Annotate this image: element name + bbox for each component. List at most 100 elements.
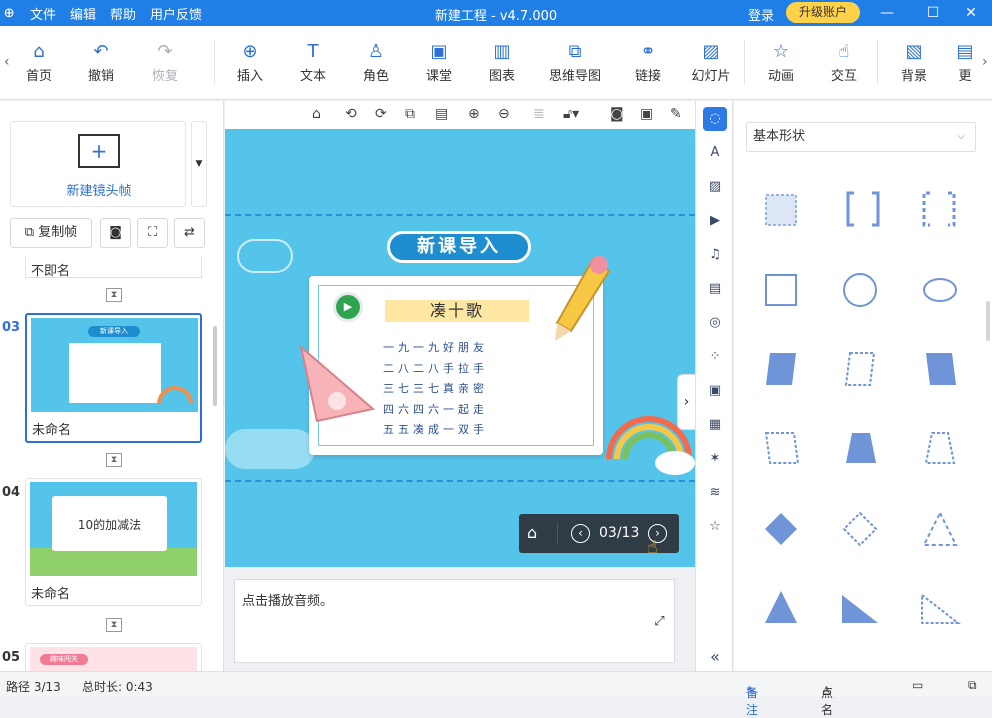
notes-text[interactable]: 点击播放音频。 bbox=[242, 590, 333, 609]
shape-square[interactable] bbox=[765, 274, 797, 306]
toolbar-animation-button[interactable]: ☆ 动画 bbox=[753, 41, 809, 84]
toolbar-insert-button[interactable]: ⊕ 插入 bbox=[222, 41, 278, 84]
paste-icon[interactable]: ▤ bbox=[435, 106, 448, 122]
shape-diamond-dashed[interactable] bbox=[842, 511, 878, 547]
cloud-decoration bbox=[225, 429, 315, 469]
shape-trapezoid[interactable] bbox=[846, 433, 876, 463]
minimize-icon[interactable]: — bbox=[864, 0, 910, 26]
copy-icon[interactable]: ⧉ bbox=[405, 106, 415, 122]
partial-slide-card[interactable]: 不即名 bbox=[25, 256, 202, 278]
rotate-left-icon[interactable]: ⟲ bbox=[345, 106, 357, 122]
zoom-in-icon[interactable]: ⊕ bbox=[468, 106, 480, 122]
shapes-icon[interactable]: ◌ bbox=[703, 107, 727, 131]
slide-card[interactable]: 10的加减法 未命名 bbox=[25, 478, 202, 606]
notes-area[interactable]: 点击播放音频。 bbox=[234, 579, 674, 663]
transition-icon[interactable]: ⧗ bbox=[106, 288, 122, 302]
lesson-badge[interactable]: 新课导入 bbox=[387, 231, 531, 263]
music-icon[interactable]: ♫ bbox=[703, 243, 727, 267]
swap-button[interactable]: ⇄ bbox=[174, 218, 205, 248]
toolbar-text-button[interactable]: T 文本 bbox=[285, 41, 341, 84]
toolbar-redo-button[interactable]: ↷ 恢复 bbox=[137, 41, 193, 84]
new-frame-button[interactable]: + 新建镜头帧 bbox=[10, 121, 186, 207]
frame-fit-button[interactable]: ⛶ bbox=[137, 218, 168, 248]
toolbar-classroom-button[interactable]: ▣ 课堂 bbox=[411, 41, 467, 84]
shape-ellipse[interactable] bbox=[923, 278, 957, 302]
new-frame-dropdown[interactable]: ▼ bbox=[191, 121, 207, 207]
toolbar-more-button[interactable]: ▤ 更 bbox=[950, 41, 980, 84]
image-icon[interactable]: ▨ bbox=[703, 175, 727, 199]
shape-trapezoid-dashed[interactable] bbox=[764, 432, 800, 464]
shape-circle[interactable] bbox=[843, 273, 877, 307]
screen-icon[interactable]: ▭ bbox=[912, 678, 923, 692]
layers-icon[interactable]: ≋ bbox=[703, 481, 727, 505]
menu-edit[interactable]: 编辑 bbox=[70, 4, 96, 23]
camera-icon[interactable]: ◙ bbox=[610, 106, 624, 122]
toolbar-scroll-right-icon[interactable]: › bbox=[982, 54, 988, 70]
transition-icon[interactable]: ⧗ bbox=[106, 618, 122, 632]
shape-rect-dashed[interactable] bbox=[765, 194, 797, 226]
lock-icon[interactable]: 🔓︎▾ bbox=[563, 106, 579, 122]
toolbar-link-button[interactable]: ⚭ 链接 bbox=[620, 41, 676, 84]
menu-feedback[interactable]: 用户反馈 bbox=[150, 4, 202, 23]
video-icon[interactable]: ▶ bbox=[703, 209, 727, 233]
toolbar-interaction-button[interactable]: ☝ 交互 bbox=[816, 41, 872, 84]
comment-icon[interactable]: ▤ bbox=[703, 277, 727, 301]
camera-button[interactable]: ◙ bbox=[100, 218, 131, 248]
align-icon[interactable]: ≣ bbox=[533, 106, 545, 122]
shape-brackets-dashed[interactable] bbox=[922, 191, 956, 227]
slide-canvas[interactable]: 新课导入 ▶ 凑十歌 一九一九好朋友 二八二八手拉手 三七三七真亲密 四六四六一… bbox=[225, 129, 695, 567]
shape-parallelogram-dashed[interactable] bbox=[844, 352, 876, 386]
shape-panel-scrollbar[interactable] bbox=[986, 301, 990, 341]
toolbar-undo-button[interactable]: ↶ 撤销 bbox=[73, 41, 129, 84]
notes-expand-button[interactable]: ⤢ bbox=[645, 579, 675, 663]
close-icon[interactable]: ✕ bbox=[948, 0, 992, 26]
atom-icon[interactable]: ✶ bbox=[703, 447, 727, 471]
star-icon[interactable]: ☆ bbox=[703, 515, 727, 539]
home-icon[interactable]: ⌂ bbox=[527, 523, 537, 542]
toolbar-home-button[interactable]: ⌂ 首页 bbox=[11, 41, 67, 84]
ruler-triangle-image[interactable] bbox=[297, 343, 377, 425]
upgrade-button[interactable]: 升级账户 bbox=[786, 2, 860, 23]
save-frame-icon[interactable]: ▣ bbox=[640, 106, 653, 122]
formula-icon[interactable]: ▦ bbox=[703, 413, 727, 437]
shape-parallelogram-2[interactable] bbox=[926, 353, 956, 385]
transition-icon[interactable]: ⧗ bbox=[106, 453, 122, 467]
shape-brackets[interactable] bbox=[846, 191, 880, 227]
toolbar-mindmap-button[interactable]: ⧉ 思维导图 bbox=[540, 41, 610, 84]
document-icon[interactable]: ▣ bbox=[703, 379, 727, 403]
shape-diamond[interactable] bbox=[765, 513, 797, 545]
menu-file[interactable]: 文件 bbox=[30, 4, 56, 23]
edit-icon[interactable]: ✎ bbox=[670, 106, 682, 122]
menu-help[interactable]: 帮助 bbox=[110, 4, 136, 23]
components-icon[interactable]: ⁘ bbox=[703, 345, 727, 369]
toolbar-slideshow-button[interactable]: ▨ 幻灯片 bbox=[683, 41, 739, 84]
slide-card-active[interactable]: 新课导入 未命名 bbox=[25, 313, 202, 443]
home-icon[interactable]: ⌂ bbox=[312, 106, 321, 122]
collapse-icon[interactable]: « bbox=[703, 645, 727, 669]
compass-icon[interactable]: ◎ bbox=[703, 311, 727, 335]
prev-slide-icon[interactable]: ‹ bbox=[571, 524, 590, 543]
shape-right-triangle-dashed[interactable] bbox=[921, 592, 961, 624]
toolbar-background-button[interactable]: ▧ 背景 bbox=[886, 41, 942, 84]
shape-triangle[interactable] bbox=[765, 591, 797, 623]
slide-panel: + 新建镜头帧 ▼ ⧉ 复制帧 ◙ ⛶ ⇄ 不即名 ⧗ 03 新课导入 未命名 … bbox=[0, 101, 224, 671]
text-image-icon[interactable]: A bbox=[703, 141, 727, 165]
shape-trapezoid-outline[interactable] bbox=[924, 432, 956, 464]
play-audio-button[interactable]: ▶ bbox=[333, 292, 363, 322]
pencil-image[interactable] bbox=[547, 253, 617, 343]
fullscreen-icon[interactable]: ⧉ bbox=[968, 678, 977, 693]
toolbar-scroll-left-icon[interactable]: ‹ bbox=[4, 54, 10, 70]
rotate-right-icon[interactable]: ⟳ bbox=[375, 106, 387, 122]
copy-frame-button[interactable]: ⧉ 复制帧 bbox=[10, 218, 92, 248]
toolbar-more-label: 更 bbox=[958, 69, 972, 84]
toolbar-role-button[interactable]: ♙ 角色 bbox=[348, 41, 404, 84]
zoom-out-icon[interactable]: ⊖ bbox=[498, 106, 510, 122]
slide-list-scrollbar[interactable] bbox=[213, 326, 217, 406]
shape-right-triangle[interactable] bbox=[842, 595, 878, 623]
shape-parallelogram[interactable] bbox=[766, 353, 796, 385]
toolbar-chart-button[interactable]: ▥ 图表 bbox=[474, 41, 530, 84]
login-link[interactable]: 登录 bbox=[748, 5, 774, 24]
expand-right-button[interactable]: › bbox=[677, 374, 695, 430]
shape-triangle-dashed[interactable] bbox=[922, 510, 958, 546]
slide-card[interactable]: 趣味闯关 bbox=[25, 643, 202, 671]
